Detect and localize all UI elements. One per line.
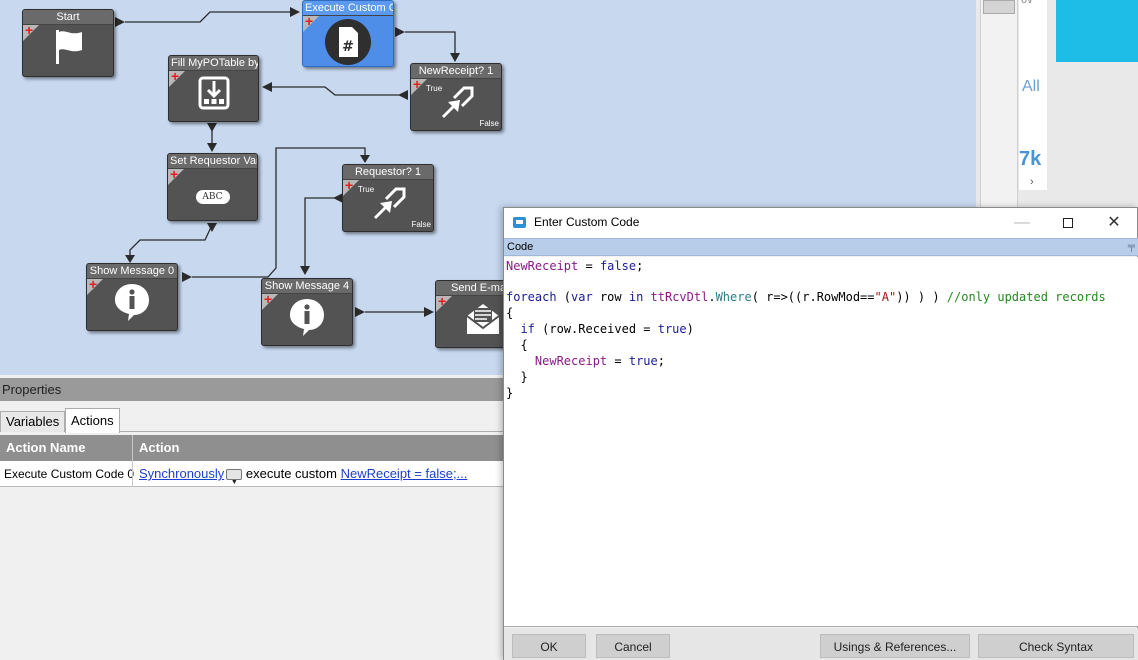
node-title: Requestor? 1 <box>343 165 433 180</box>
code-token: false <box>599 259 637 273</box>
code-line: if (row.Received = true) <box>520 322 694 336</box>
pin-icon[interactable]: ╤ <box>1128 241 1135 252</box>
workflow-node-requestor-condition[interactable]: Requestor? 1 + True False <box>342 164 434 232</box>
properties-panel: Properties Variables Actions Action Name… <box>0 378 510 660</box>
node-title: Start <box>23 10 113 25</box>
maximize-icon <box>1063 217 1073 228</box>
chevron-right-icon[interactable]: › <box>1030 176 1034 188</box>
node-title: Set Requestor Varia <box>168 154 257 169</box>
column-header-action[interactable]: Action <box>139 435 179 461</box>
code-token: NewReceipt <box>506 259 579 273</box>
column-divider <box>132 435 133 487</box>
code-line: NewReceipt = false; <box>506 259 644 273</box>
column-header-action-name[interactable]: Action Name <box>6 435 85 461</box>
condition-arrow-icon <box>374 187 406 219</box>
add-icon[interactable]: + <box>345 178 353 192</box>
action-cell: Synchronously▼ execute custom NewReceipt… <box>139 461 467 487</box>
add-icon[interactable]: + <box>25 23 33 37</box>
enter-custom-code-dialog: Enter Custom Code — ✕ Code ╤ NewReceipt … <box>503 207 1138 660</box>
code-line: { <box>506 338 528 352</box>
code-line: } <box>506 386 514 400</box>
tab-actions[interactable]: Actions <box>65 408 120 433</box>
info-bubble-icon <box>290 299 324 336</box>
close-button[interactable]: ✕ <box>1091 208 1137 237</box>
node-title: Show Message 0 <box>87 264 177 279</box>
code-line: } <box>506 370 528 384</box>
false-branch-label: False <box>479 119 499 128</box>
scrollbar-thumb[interactable] <box>983 0 1015 14</box>
add-icon[interactable]: + <box>305 14 313 28</box>
workflow-node-show-message-4[interactable]: Show Message 4 + <box>261 278 353 346</box>
abc-icon: ABC <box>195 190 230 204</box>
dialog-title: Enter Custom Code <box>534 215 640 229</box>
code-section-label: Code <box>507 241 534 253</box>
svg-text:#: # <box>342 39 354 55</box>
node-title: Execute Custom Co <box>303 1 393 16</box>
background-all-label: All <box>1022 78 1040 95</box>
email-icon <box>466 304 500 334</box>
background-text: 0v <box>1021 0 1033 6</box>
background-count: 7k <box>1019 148 1042 170</box>
workflow-node-newreceipt-condition[interactable]: NewReceipt? 1 + True False <box>410 63 502 131</box>
node-title: NewReceipt? 1 <box>411 64 501 79</box>
code-line: NewReceipt = true; <box>534 354 665 368</box>
info-bubble-icon <box>115 284 149 321</box>
properties-tabs: Variables Actions <box>0 407 510 433</box>
chevron-down-icon[interactable]: ▼ <box>226 469 243 486</box>
dialog-titlebar[interactable]: Enter Custom Code — ✕ <box>504 208 1137 238</box>
minimize-button[interactable]: — <box>999 208 1045 237</box>
custom-code-link[interactable]: NewReceipt = false;... <box>341 466 468 481</box>
node-title: Show Message 4 <box>262 279 352 294</box>
code-line: { <box>506 306 514 320</box>
cancel-button[interactable]: Cancel <box>596 634 670 658</box>
table-row[interactable]: Execute Custom Code 0 Synchronously▼ exe… <box>0 461 510 487</box>
workflow-node-set-requestor-variable[interactable]: Set Requestor Varia + ABC <box>167 153 258 221</box>
synchronously-link[interactable]: Synchronously <box>139 466 224 481</box>
action-name-cell: Execute Custom Code 0 <box>4 467 135 481</box>
workflow-node-execute-custom-code[interactable]: Execute Custom Co + # <box>302 0 394 67</box>
workflow-node-start[interactable]: Start + <box>22 9 114 77</box>
false-branch-label: False <box>411 220 431 229</box>
add-icon[interactable]: + <box>438 294 446 308</box>
code-line: foreach (var row in ttRcvDtl.Where( r=>(… <box>506 290 1106 304</box>
code-editor[interactable]: NewReceipt = false; foreach (var row in … <box>504 257 1138 627</box>
add-icon[interactable]: + <box>171 69 179 83</box>
properties-title: Properties <box>0 379 510 401</box>
window-app-icon <box>513 217 526 228</box>
check-syntax-button[interactable]: Check Syntax <box>978 634 1134 658</box>
dialog-button-bar: OK Cancel Usings & References... Check S… <box>504 628 1138 660</box>
condition-arrow-icon <box>442 86 474 118</box>
add-icon[interactable]: + <box>170 167 178 181</box>
workflow-node-show-message-0[interactable]: Show Message 0 + <box>86 263 178 331</box>
actions-grid: Action Name Action Execute Custom Code 0… <box>0 435 510 487</box>
background-tile <box>1056 0 1138 62</box>
flag-icon <box>56 30 82 64</box>
add-icon[interactable]: + <box>413 77 421 91</box>
maximize-button[interactable] <box>1045 208 1091 237</box>
code-section-header: Code ╤ <box>504 238 1138 256</box>
node-title: Fill MyPOTable by <box>169 56 258 71</box>
add-icon[interactable]: + <box>89 277 97 291</box>
tab-variables[interactable]: Variables <box>0 411 66 432</box>
hash-document-icon: # <box>325 19 371 65</box>
add-icon[interactable]: + <box>264 292 272 306</box>
ok-button[interactable]: OK <box>512 634 586 658</box>
vertical-scrollbar[interactable] <box>980 0 1018 208</box>
action-text: execute custom <box>245 466 337 481</box>
grid-header: Action Name Action <box>0 435 510 461</box>
download-table-icon <box>198 76 229 110</box>
workflow-node-fill-mypotable[interactable]: Fill MyPOTable by + <box>168 55 259 122</box>
usings-references-button[interactable]: Usings & References... <box>820 634 970 658</box>
